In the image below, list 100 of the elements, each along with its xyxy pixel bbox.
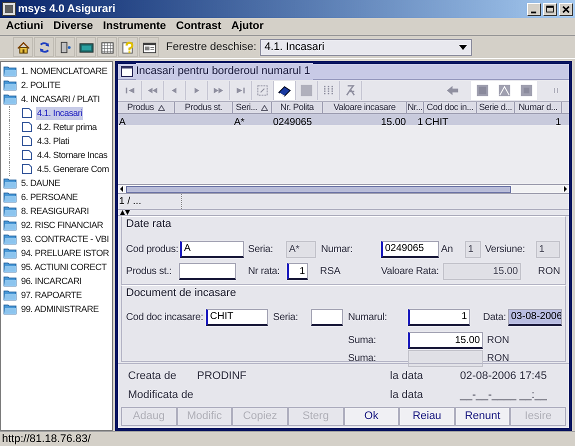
tree-item[interactable]: 2. POLITE	[20, 78, 62, 92]
folder-icon	[3, 275, 17, 287]
close-icon[interactable]	[559, 2, 573, 16]
folder-icon	[3, 289, 17, 301]
field-label: Suma:	[348, 352, 377, 366]
open-windows-label: Ferestre deschise:	[166, 40, 256, 55]
field-label: Valoare Rata:	[381, 265, 440, 279]
tree-item[interactable]: 6. PERSOANE	[20, 190, 79, 204]
tree-item[interactable]: 4.5. Generare Com	[36, 162, 110, 176]
column-header[interactable]: Nr. Polita	[272, 102, 323, 114]
field-label: Suma:	[348, 334, 377, 348]
table-cell: A*	[234, 117, 245, 128]
column-header[interactable]: Seri...	[233, 102, 272, 114]
folder-icon	[3, 219, 17, 231]
timestamp: __-__-____ __:__	[460, 388, 547, 403]
toolbar-button[interactable]	[139, 37, 159, 57]
refresh-icon	[255, 83, 270, 98]
left-arrow-icon	[444, 83, 460, 98]
input-field[interactable]: 1	[408, 308, 470, 326]
unit-label: RON	[538, 265, 562, 279]
toolbar-button[interactable]	[55, 37, 75, 57]
user-name: PRODINF	[197, 368, 248, 384]
audit-label: la data	[390, 368, 424, 384]
input-field[interactable]	[179, 263, 236, 280]
column-header[interactable]: Produs	[118, 102, 175, 114]
input-field[interactable]: CHIT	[206, 308, 268, 326]
column-header[interactable]: Numar d...	[515, 102, 562, 114]
tree-item[interactable]: 4.4. Stornare Incas	[36, 148, 108, 162]
timestamp: 02-08-2006 17:45	[460, 368, 547, 384]
frame-title: Incasari pentru borderoul numarul 1	[136, 63, 314, 80]
scrollbar-thumb[interactable]	[126, 186, 511, 192]
menu-item[interactable]: Actiuni	[6, 20, 44, 33]
toolbar-button[interactable]	[274, 81, 296, 100]
field-label: Numarul:	[348, 310, 388, 324]
input-field[interactable]: A	[180, 240, 244, 258]
minimize-icon[interactable]	[527, 2, 541, 16]
input-field[interactable]	[311, 308, 343, 326]
field-label: An	[441, 242, 454, 256]
dropdown-arrow-icon	[459, 44, 468, 50]
folder-icon	[3, 191, 17, 203]
tree-item[interactable]: 4.3. Plati	[36, 134, 70, 148]
tree-item[interactable]: 99. ADMINISTRARE	[20, 302, 100, 316]
tree-item[interactable]: 93. CONTRACTE - VBI	[20, 232, 110, 246]
unit-label: RON	[487, 352, 510, 366]
field-label: Seria:	[273, 310, 299, 324]
help-icon	[120, 40, 136, 54]
horizontal-scrollbar[interactable]	[118, 184, 569, 194]
tree-item[interactable]: 95. ACTIUNI CORECT	[20, 260, 108, 274]
tree-item[interactable]: 96. INCARCARI	[20, 274, 83, 288]
table-row[interactable]: A A* 0249065 15.00 1 CHIT 1	[118, 114, 569, 125]
input-field[interactable]: 1	[287, 263, 308, 280]
window-title: msys 4.0 Asigurari	[18, 2, 116, 17]
tree-item[interactable]: 4.1. Incasari	[36, 106, 84, 120]
column-header[interactable]: Cod doc in...	[424, 102, 477, 114]
field-label: Numar:	[321, 242, 354, 256]
toolbar-button[interactable]	[118, 37, 138, 57]
column-header[interactable]: Valoare incasare	[323, 102, 407, 114]
toolbar-button[interactable]	[13, 37, 33, 57]
toolbar-button[interactable]	[97, 37, 117, 57]
section-title: Date rata	[126, 218, 172, 231]
column-header[interactable]: Nr...	[407, 102, 424, 114]
tree-item[interactable]: 5. DAUNE	[20, 176, 62, 190]
input-field[interactable]: 15.00	[408, 332, 483, 349]
menu-item[interactable]: Diverse	[53, 20, 94, 33]
field-label: Data:	[483, 310, 507, 324]
tree-item[interactable]: 94. PRELUARE ISTOR	[20, 246, 110, 260]
window-icon	[121, 66, 133, 77]
toolbar-button[interactable]	[76, 37, 96, 57]
calendar-icon	[100, 40, 114, 54]
maximize-icon[interactable]	[543, 2, 557, 16]
action-button[interactable]: Ok	[344, 407, 400, 426]
menu-item[interactable]: Contrast	[176, 20, 222, 33]
open-windows-dropdown[interactable]: 4.1. Incasari	[260, 38, 472, 56]
tree-item[interactable]: 8. REASIGURARI	[20, 204, 90, 218]
field-label: Versiune:	[485, 242, 526, 256]
tree-item[interactable]: 4. INCASARI / PLATI	[20, 92, 101, 106]
section-title: Document de incasare	[126, 287, 236, 300]
action-button[interactable]: Reiau	[399, 407, 455, 426]
menu-item[interactable]: Ajutor	[231, 20, 264, 33]
input-field[interactable]: 0249065	[381, 240, 439, 258]
column-header[interactable]: Serie d...	[477, 102, 515, 114]
pause-icon	[554, 88, 558, 93]
unit-label: RSA	[320, 265, 342, 279]
menu-item[interactable]: Instrumente	[103, 20, 166, 33]
folder-icon	[3, 177, 17, 189]
folder-icon	[3, 303, 17, 315]
table-cell: 1	[417, 117, 423, 128]
tree-item[interactable]: 1. NOMENCLATOARE	[20, 64, 108, 78]
tree-item[interactable]: 4.2. Retur prima	[36, 120, 98, 134]
tree-item[interactable]: 97. RAPOARTE	[20, 288, 83, 302]
tree-item[interactable]: 92. RISC FINANCIAR	[20, 218, 104, 232]
field-label: Cod doc incasare:	[126, 310, 204, 324]
readonly-field: A*	[286, 240, 316, 258]
column-header[interactable]: Produs st.	[175, 102, 233, 114]
folder-icon	[3, 261, 17, 273]
collapse-arrows-icon[interactable]	[120, 210, 130, 215]
field-label: Seria:	[248, 242, 274, 256]
app-icon	[2, 2, 16, 16]
action-button[interactable]: Renunt	[454, 407, 510, 426]
field-label: Produs st.:	[126, 265, 173, 279]
